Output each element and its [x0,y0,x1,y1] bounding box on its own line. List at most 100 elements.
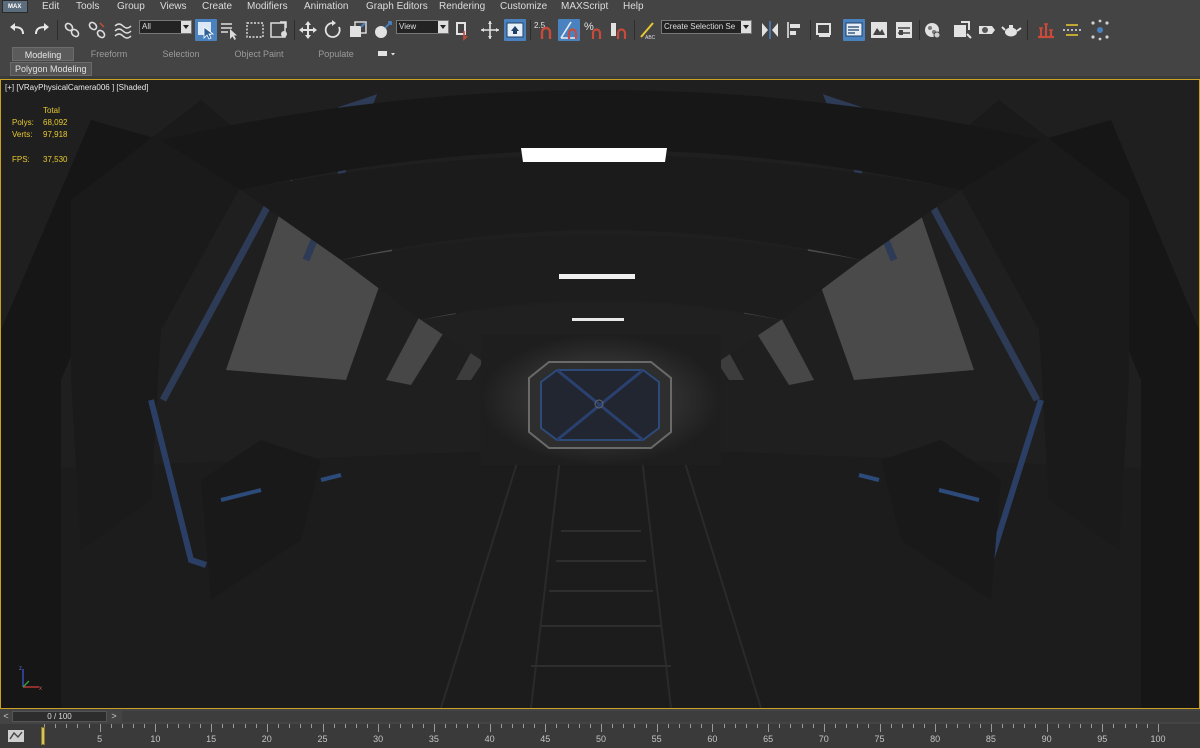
ruler-tick-label: 80 [930,734,941,744]
ruler-tick [723,724,725,728]
ruler-tick [266,724,268,732]
ruler-tick [912,724,914,728]
ruler-tick-label: 50 [595,734,607,744]
rendered-frame-window-button[interactable] [976,19,998,41]
tab-selection[interactable]: Selection [150,47,212,61]
vray-toolbar-button[interactable] [1061,19,1083,41]
manipulate-button[interactable] [479,19,501,41]
toggle-layer-explorer-button[interactable] [843,19,865,41]
camera-viewport[interactable]: [+] [VRayPhysicalCamera006 ] [Shaded] To… [0,79,1200,709]
polygon-modeling-panel[interactable]: Polygon Modeling [10,62,92,76]
toolbar-separator [530,20,531,40]
ruler-tick [478,724,480,728]
menu-graph-editors[interactable]: Graph Editors [366,1,428,13]
select-and-rotate-button[interactable] [322,19,344,41]
menu-customize[interactable]: Customize [500,1,547,13]
next-frame-button[interactable]: > [109,711,119,722]
toggle-ribbon-button[interactable] [868,19,890,41]
ruler-tick [1091,724,1093,728]
selection-filter-dropdown[interactable]: All [139,20,192,34]
ruler-tick [756,724,758,728]
ruler-tick [322,724,324,732]
ruler-tick [155,724,157,732]
rotate-icon [324,20,341,38]
align-button[interactable] [784,19,806,41]
ruler-tick [623,724,625,728]
angle-snap-toggle-button[interactable] [558,19,580,41]
time-slider-handle[interactable] [41,727,45,745]
ruler-tick [211,724,213,732]
select-and-scale-button[interactable] [347,19,369,41]
tab-freeform[interactable]: Freeform [80,47,138,61]
named-selection-sets-dropdown[interactable]: Create Selection Se [661,20,752,34]
redo-button[interactable] [31,19,53,41]
mirror-button[interactable] [759,19,781,41]
window-crossing-button[interactable] [268,19,290,41]
scale-icon [350,21,367,37]
tab-modeling[interactable]: Modeling [12,47,74,61]
track-bar-ruler[interactable]: 5 10 15 20 25 30 35 40 45 50 55 60 65 70 75 80 85 90 95 100 [40,724,1200,748]
percent-snap-toggle-button[interactable]: % [583,19,605,41]
select-by-name-button[interactable] [219,19,241,41]
tab-populate[interactable]: Populate [308,47,364,61]
rectangular-selection-button[interactable] [244,19,266,41]
menu-rendering[interactable]: Rendering [439,1,485,13]
material-editor-button[interactable] [922,19,944,41]
menu-modifiers[interactable]: Modifiers [247,1,288,13]
ruler-tick [846,724,848,728]
select-and-move-button[interactable] [297,19,319,41]
spinner-snap-toggle-button[interactable] [608,19,630,41]
ruler-tick [77,724,79,728]
undo-button[interactable] [6,19,28,41]
vray-light-lister-button[interactable] [1089,19,1111,41]
ruler-tick-label: 75 [874,734,885,744]
ruler-tick [367,724,369,728]
menu-group[interactable]: Group [117,1,145,13]
ruler-tick [957,724,959,728]
unlink-selection-button[interactable] [86,19,108,41]
menu-animation[interactable]: Animation [304,1,348,13]
ruler-tick [712,724,714,732]
menu-create[interactable]: Create [202,1,232,13]
ruler-tick [589,724,591,728]
frame-counter[interactable]: 0 / 100 [12,711,107,722]
ruler-tick [612,724,614,728]
select-and-link-button[interactable] [61,19,83,41]
previous-frame-button[interactable]: < [1,711,11,722]
pivot-point-center-button[interactable] [452,19,474,41]
menu-views[interactable]: Views [160,1,187,13]
ruler-tick [311,724,313,728]
ruler-tick [1002,724,1004,728]
ruler-tick [890,724,892,728]
reference-coordinate-dropdown[interactable]: View [396,20,449,34]
app-menu-button[interactable]: MAX [2,0,28,13]
select-and-place-button[interactable] [372,19,394,41]
time-slider-track[interactable] [122,711,1200,722]
vray-frame-buffer-button[interactable] [1035,19,1057,41]
menu-maxscript[interactable]: MAXScript [561,1,608,13]
ruler-tick [188,724,190,728]
snaps-toggle-button[interactable]: 2.5 [533,19,555,41]
select-object-button[interactable] [195,19,217,41]
keyboard-shortcut-override-button[interactable] [504,19,526,41]
ruler-tick [979,724,981,728]
render-production-button[interactable] [1001,19,1023,41]
ruler-tick [110,724,112,728]
toggle-scene-explorer-button[interactable] [813,19,835,41]
viewport-label[interactable]: [+] [VRayPhysicalCamera006 ] [Shaded] [5,83,148,92]
ruler-tick [790,724,792,728]
menu-help[interactable]: Help [623,1,644,13]
menu-tools[interactable]: Tools [76,1,99,13]
stats-header: Total [43,106,60,115]
ruler-tick [1102,724,1104,732]
bind-to-space-warp-button[interactable] [112,19,134,41]
ruler-tick [55,724,57,728]
open-mini-curve-editor-button[interactable] [6,727,28,745]
tab-object-paint[interactable]: Object Paint [224,47,294,61]
named-selection-sets-value: Create Selection Se [664,22,736,31]
ribbon-options-button[interactable] [377,49,397,59]
render-setup-button[interactable] [951,19,973,41]
curve-editor-button[interactable] [893,19,915,41]
edit-named-selection-sets-button[interactable]: ABC [637,19,659,41]
menu-edit[interactable]: Edit [42,1,59,13]
